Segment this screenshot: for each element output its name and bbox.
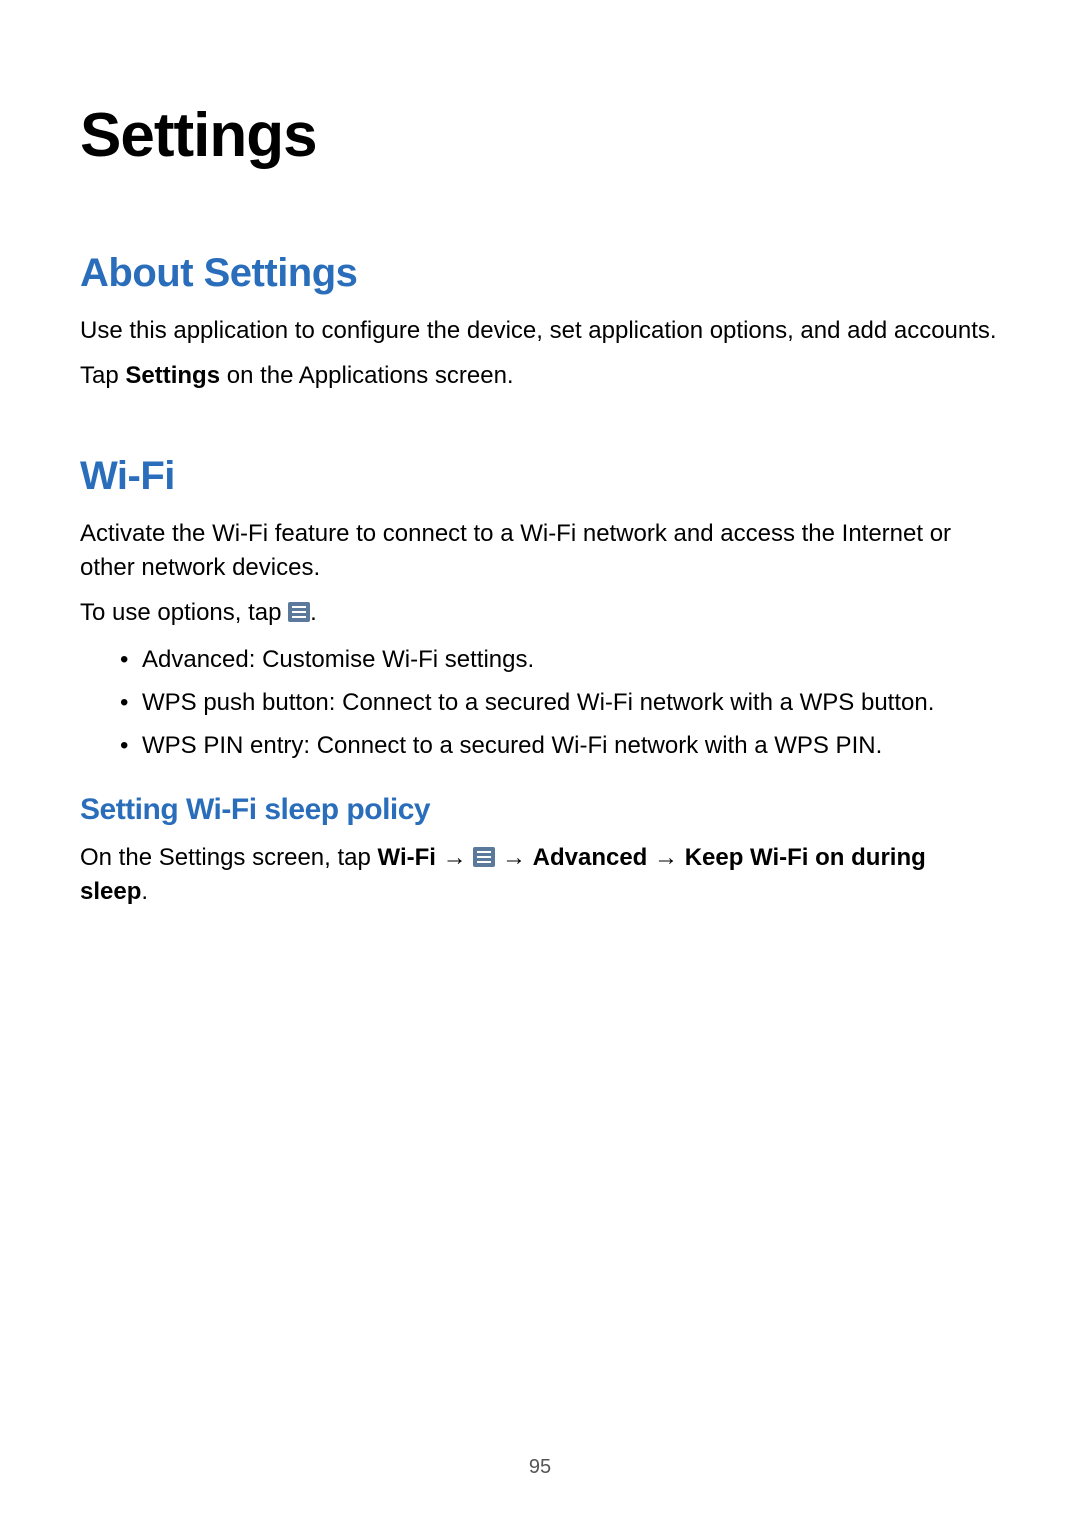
list-item: WPS push button: Connect to a secured Wi… <box>120 684 1000 721</box>
arrow-text: → <box>495 844 532 871</box>
option-rest: : Connect to a secured Wi-Fi network wit… <box>329 689 935 716</box>
option-rest: : Connect to a secured Wi-Fi network wit… <box>303 732 882 759</box>
list-item: Advanced: Customise Wi-Fi settings. <box>120 641 1000 678</box>
wifi-sleep-paragraph: On the Settings screen, tap Wi-Fi → → Ad… <box>80 841 1000 911</box>
option-bold: WPS push button <box>142 689 329 716</box>
menu-icon <box>288 602 310 622</box>
wifi-sleep-heading: Setting Wi-Fi sleep policy <box>80 793 1000 827</box>
page-number: 95 <box>0 1456 1080 1479</box>
option-bold: WPS PIN entry <box>142 732 303 759</box>
text-fragment: To use options, tap <box>80 599 288 626</box>
about-paragraph-2: Tap Settings on the Applications screen. <box>80 359 1000 394</box>
settings-bold: Settings <box>125 362 220 389</box>
wifi-bold: Wi-Fi <box>378 844 436 871</box>
list-item: WPS PIN entry: Connect to a secured Wi-F… <box>120 727 1000 764</box>
wifi-paragraph-1: Activate the Wi-Fi feature to connect to… <box>80 517 1000 587</box>
wifi-options-list: Advanced: Customise Wi-Fi settings. WPS … <box>80 641 1000 765</box>
text-fragment: . <box>141 878 148 905</box>
option-rest: : Customise Wi-Fi settings. <box>249 646 534 673</box>
menu-icon <box>473 847 495 867</box>
text-fragment: On the Settings screen, tap <box>80 844 378 871</box>
about-paragraph-1: Use this application to configure the de… <box>80 314 1000 349</box>
advanced-bold: Advanced <box>533 844 648 871</box>
wifi-heading: Wi-Fi <box>80 454 1000 499</box>
arrow-text: → <box>647 844 684 871</box>
text-fragment: Tap <box>80 362 125 389</box>
option-bold: Advanced <box>142 646 249 673</box>
text-fragment: . <box>310 599 317 626</box>
arrow-text: → <box>436 844 473 871</box>
wifi-paragraph-2: To use options, tap . <box>80 596 1000 631</box>
text-fragment: on the Applications screen. <box>220 362 514 389</box>
page-title: Settings <box>80 100 1000 171</box>
about-settings-heading: About Settings <box>80 251 1000 296</box>
